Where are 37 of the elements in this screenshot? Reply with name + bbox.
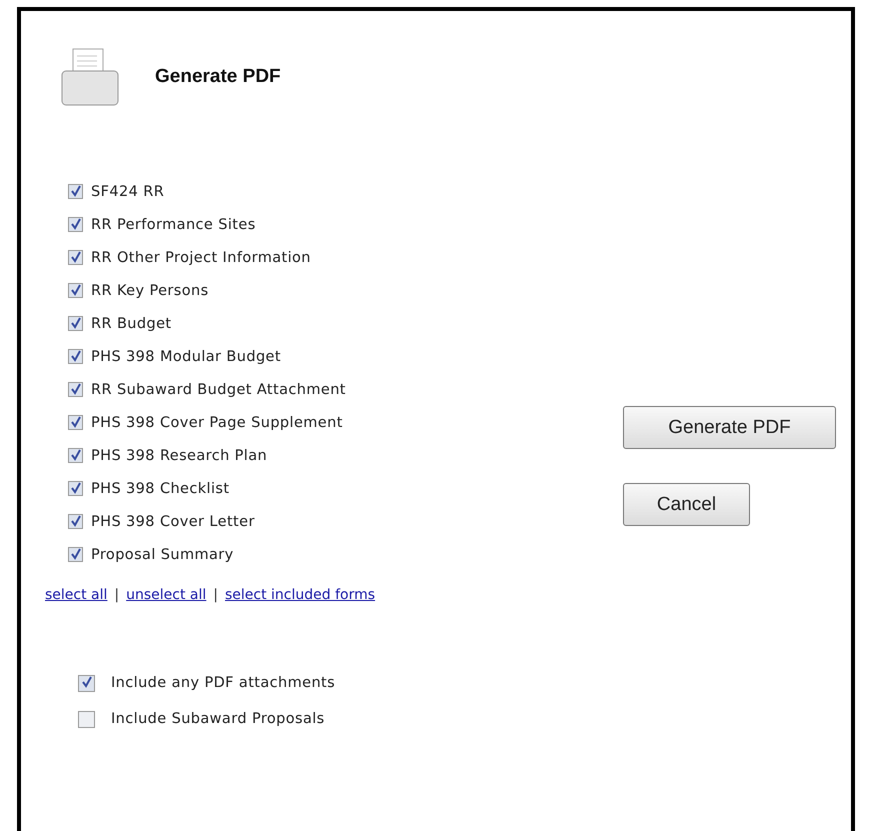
link[interactable]: select included forms (225, 587, 376, 603)
checkbox-label: Include Subaward Proposals (111, 711, 325, 727)
link[interactable]: unselect all (126, 587, 206, 603)
checkbox-label: RR Performance Sites (91, 216, 256, 232)
checkbox-label: RR Other Project Information (91, 250, 311, 266)
checkbox[interactable] (68, 316, 83, 331)
checkbox[interactable] (68, 184, 83, 199)
checkbox[interactable] (78, 674, 95, 692)
checkbox[interactable] (68, 415, 83, 430)
printer-icon (61, 47, 119, 107)
checkbox-label: SF424 RR (91, 184, 164, 200)
separator: | (114, 587, 120, 603)
checkbox-label: PHS 398 Checklist (91, 480, 230, 496)
dialog-title: Generate PDF (155, 66, 281, 88)
checkbox[interactable] (68, 382, 83, 397)
separator: | (213, 587, 218, 603)
checkbox-label: PHS 398 Cover Page Supplement (91, 414, 343, 430)
checkbox[interactable] (68, 514, 83, 529)
checkbox-label: Include any PDF attachments (111, 675, 336, 691)
checkbox[interactable] (78, 710, 95, 728)
link[interactable]: select all (45, 587, 108, 603)
cancel-button[interactable]: Cancel (623, 483, 750, 526)
checkbox-label: RR Key Persons (91, 282, 209, 298)
checkbox-label: RR Budget (91, 316, 172, 332)
checkbox[interactable] (68, 349, 83, 364)
checkbox[interactable] (68, 481, 83, 496)
checkbox-label: RR Subaward Budget Attachment (91, 382, 346, 398)
generate-button[interactable]: Generate PDF (623, 406, 836, 449)
checkbox-label: PHS 398 Cover Letter (91, 514, 255, 530)
checkbox-label: PHS 398 Modular Budget (91, 348, 281, 364)
checkbox[interactable] (68, 448, 83, 463)
checkbox[interactable] (68, 547, 83, 562)
checkbox-label: PHS 398 Research Plan (91, 448, 268, 464)
checkbox[interactable] (68, 250, 83, 265)
checkbox[interactable] (68, 217, 83, 232)
checkbox[interactable] (68, 283, 83, 298)
checkbox-label: Proposal Summary (91, 546, 234, 562)
